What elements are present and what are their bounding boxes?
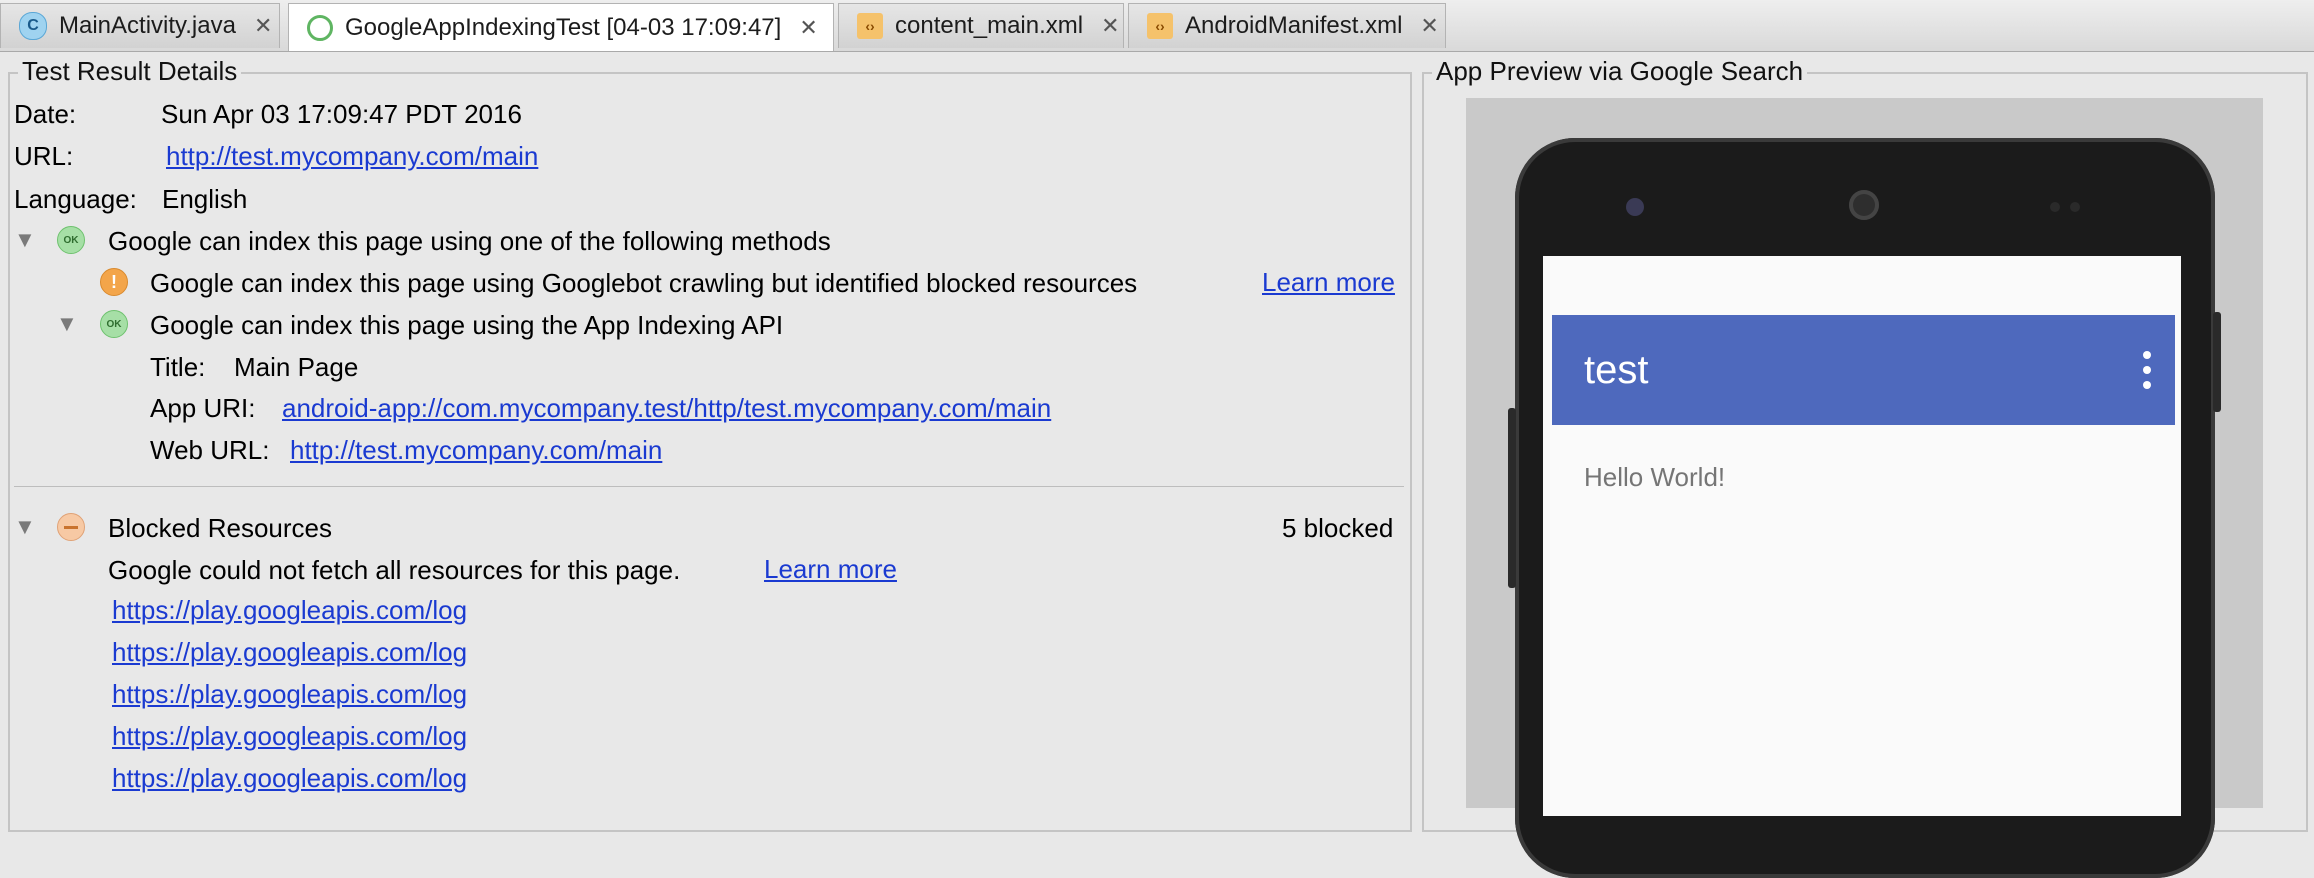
power-button — [2213, 312, 2221, 412]
tab-label: MainActivity.java — [59, 12, 236, 39]
app-indexing-api-text: Google can index this page using the App… — [150, 310, 784, 340]
language-value: English — [162, 184, 248, 214]
blocked-resources-heading: Blocked Resources — [108, 513, 332, 543]
googlebot-status-text: Google can index this page using Googleb… — [150, 268, 1138, 298]
web-url-label: Web URL: — [150, 435, 270, 465]
tab-content-main-xml[interactable]: ‹› content_main.xml ✕ — [838, 3, 1124, 48]
web-url-link[interactable]: http://test.mycompany.com/main — [290, 435, 662, 466]
blocked-url-link[interactable]: https://play.googleapis.com/log — [112, 637, 467, 668]
title-value: Main Page — [234, 352, 359, 382]
date-value: Sun Apr 03 17:09:47 PDT 2016 — [161, 99, 522, 129]
hello-world-text: Hello World! — [1584, 462, 1726, 492]
blocked-learn-more-link[interactable]: Learn more — [764, 554, 897, 585]
sensor-icon — [2050, 202, 2060, 212]
blocked-icon — [57, 513, 85, 541]
panel-title: Test Result Details — [18, 56, 242, 87]
xml-file-icon: ‹› — [1147, 13, 1173, 39]
date-label: Date: — [14, 99, 77, 129]
class-c-icon: C — [19, 12, 47, 40]
ok-status-icon: OK — [100, 310, 128, 338]
tab-label: GoogleAppIndexingTest [04-03 17:09:47] — [345, 13, 782, 41]
url-label: URL: — [14, 141, 74, 171]
close-icon[interactable]: ✕ — [254, 13, 272, 39]
section-divider — [14, 486, 1404, 487]
close-icon[interactable]: ✕ — [1101, 13, 1119, 39]
index-methods-heading: Google can index this page using one of … — [108, 226, 831, 256]
app-title: test — [1584, 348, 1649, 392]
title-label: Title: — [150, 352, 206, 382]
ok-status-icon: OK — [57, 226, 85, 254]
app-uri-link[interactable]: android-app://com.mycompany.test/http/te… — [282, 393, 1051, 424]
blocked-url-link[interactable]: https://play.googleapis.com/log — [112, 763, 467, 794]
sensor-icon — [2070, 202, 2080, 212]
blocked-url-link[interactable]: https://play.googleapis.com/log — [112, 679, 467, 710]
speaker-icon — [1849, 190, 1879, 220]
expand-triangle-icon[interactable]: ▼ — [14, 227, 36, 253]
learn-more-link[interactable]: Learn more — [1262, 267, 1395, 298]
tab-label: AndroidManifest.xml — [1185, 12, 1403, 39]
panel-title: App Preview via Google Search — [1432, 56, 1808, 87]
language-label: Language: — [14, 184, 137, 214]
tab-main-activity[interactable]: C MainActivity.java ✕ — [0, 3, 280, 48]
xml-file-icon: ‹› — [857, 13, 883, 39]
blocked-url-link[interactable]: https://play.googleapis.com/log — [112, 595, 467, 626]
camera-icon — [1626, 198, 1644, 216]
url-link[interactable]: http://test.mycompany.com/main — [166, 141, 538, 172]
close-icon[interactable]: ✕ — [799, 15, 817, 41]
blocked-url-link[interactable]: https://play.googleapis.com/log — [112, 721, 467, 752]
expand-triangle-icon[interactable]: ▼ — [14, 514, 36, 540]
close-icon[interactable]: ✕ — [1420, 13, 1438, 39]
magnifier-icon — [307, 14, 333, 41]
editor-tab-bar: C MainActivity.java ✕ GoogleAppIndexingT… — [0, 0, 2314, 52]
expand-triangle-icon[interactable]: ▼ — [56, 311, 78, 337]
volume-button — [1508, 408, 1516, 588]
blocked-description: Google could not fetch all resources for… — [108, 555, 681, 585]
tab-app-indexing-test[interactable]: GoogleAppIndexingTest [04-03 17:09:47] ✕ — [288, 3, 834, 51]
overflow-menu-icon[interactable] — [2143, 351, 2151, 396]
tab-android-manifest[interactable]: ‹› AndroidManifest.xml ✕ — [1128, 3, 1446, 48]
tab-label: content_main.xml — [895, 12, 1084, 39]
blocked-count: 5 blocked — [1282, 513, 1394, 543]
warning-icon: ! — [100, 268, 128, 296]
app-toolbar: test — [1552, 315, 2175, 425]
app-uri-label: App URI: — [150, 393, 256, 423]
